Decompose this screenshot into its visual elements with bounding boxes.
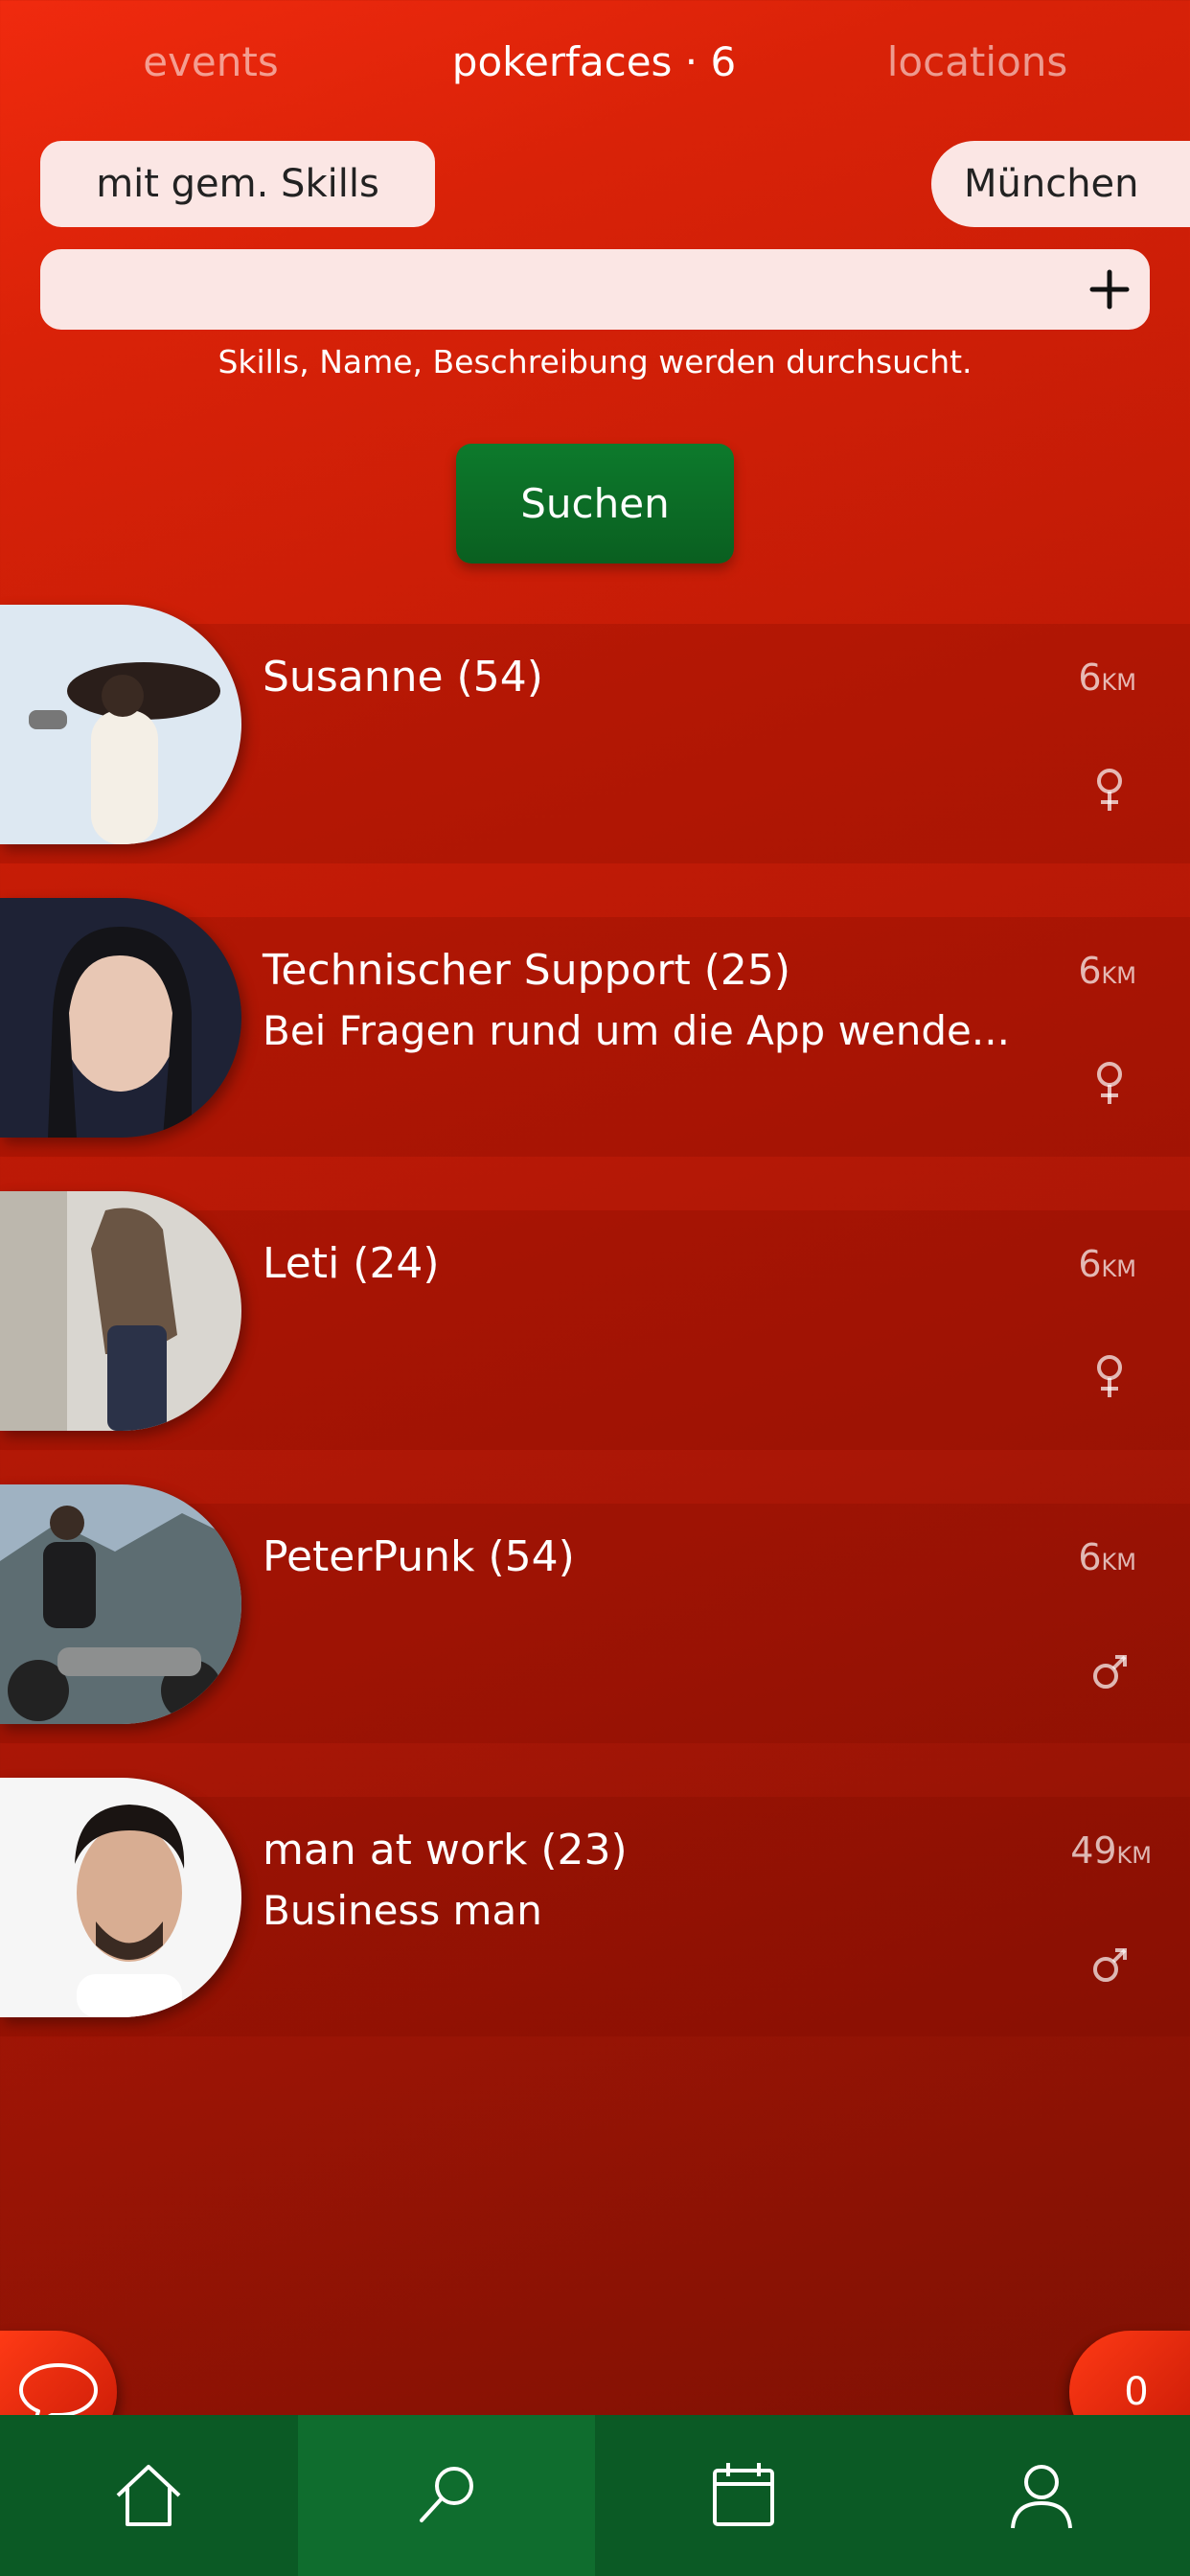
result-description: Business man — [263, 1887, 542, 1934]
female-icon — [1097, 769, 1122, 811]
result-name: Susanne (54) — [263, 653, 543, 702]
distance-unit: KM — [1101, 669, 1136, 696]
nav-search[interactable] — [297, 2415, 595, 2576]
home-icon — [116, 2465, 181, 2526]
city-filter-button[interactable]: München — [931, 141, 1190, 227]
distance-value: 6 — [1078, 1536, 1102, 1578]
nav-profile[interactable] — [893, 2415, 1190, 2576]
distance-value: 6 — [1078, 656, 1102, 699]
avatar — [0, 1778, 241, 2017]
distance-value: 49 — [1070, 1829, 1117, 1872]
result-name: Technischer Support (25) — [263, 946, 791, 995]
profile-icon — [1010, 2465, 1072, 2529]
tab-locations[interactable]: locations — [843, 38, 1111, 85]
plus-icon[interactable] — [1087, 266, 1133, 312]
male-icon — [1093, 1655, 1127, 1689]
search-hint: Skills, Name, Beschreibung werden durchs… — [217, 343, 973, 380]
result-name: Leti (24) — [263, 1239, 440, 1288]
distance-value: 6 — [1078, 950, 1102, 992]
distance-value: 6 — [1078, 1243, 1102, 1285]
nav-home[interactable] — [0, 2415, 298, 2576]
distance: 6KM — [1078, 1243, 1136, 1285]
distance-unit: KM — [1116, 1842, 1152, 1869]
distance-unit: KM — [1101, 962, 1136, 989]
distance: 6KM — [1078, 950, 1136, 992]
list-item[interactable]: PeterPunk (54) 6KM — [0, 1484, 1190, 1743]
bottom-nav — [0, 2415, 1190, 2576]
result-description: Bei Fragen rund um die App wende... — [263, 1007, 1010, 1054]
search-input[interactable] — [40, 249, 1046, 330]
nav-calendar[interactable] — [595, 2415, 893, 2576]
distance: 49KM — [1070, 1829, 1152, 1872]
search-button[interactable]: Suchen — [456, 444, 734, 564]
list-item[interactable]: Technischer Support (25) Bei Fragen rund… — [0, 898, 1190, 1157]
search-icon — [419, 2467, 473, 2522]
search-field — [40, 249, 1150, 330]
list-item[interactable]: man at work (23) Business man 49KM — [0, 1778, 1190, 2036]
female-icon — [1097, 1355, 1122, 1397]
distance-unit: KM — [1101, 1255, 1136, 1282]
skills-filter-button[interactable]: mit gem. Skills — [40, 141, 435, 227]
calendar-icon — [713, 2463, 775, 2526]
top-tabs: events pokerfaces · 6 locations — [0, 38, 1190, 105]
male-icon — [1093, 1948, 1127, 1982]
list-item[interactable]: Leti (24) 6KM — [0, 1191, 1190, 1450]
result-name: man at work (23) — [263, 1826, 628, 1874]
distance: 6KM — [1078, 656, 1136, 699]
avatar — [0, 1191, 241, 1431]
distance-unit: KM — [1101, 1549, 1136, 1576]
avatar — [0, 1484, 241, 1724]
tab-pokerfaces[interactable]: pokerfaces · 6 — [412, 38, 776, 85]
result-name: PeterPunk (54) — [263, 1532, 575, 1581]
tab-events[interactable]: events — [105, 38, 316, 85]
avatar — [0, 605, 241, 844]
distance: 6KM — [1078, 1536, 1136, 1578]
female-icon — [1097, 1062, 1122, 1104]
avatar — [0, 898, 241, 1138]
list-item[interactable]: Susanne (54) 6KM — [0, 605, 1190, 863]
